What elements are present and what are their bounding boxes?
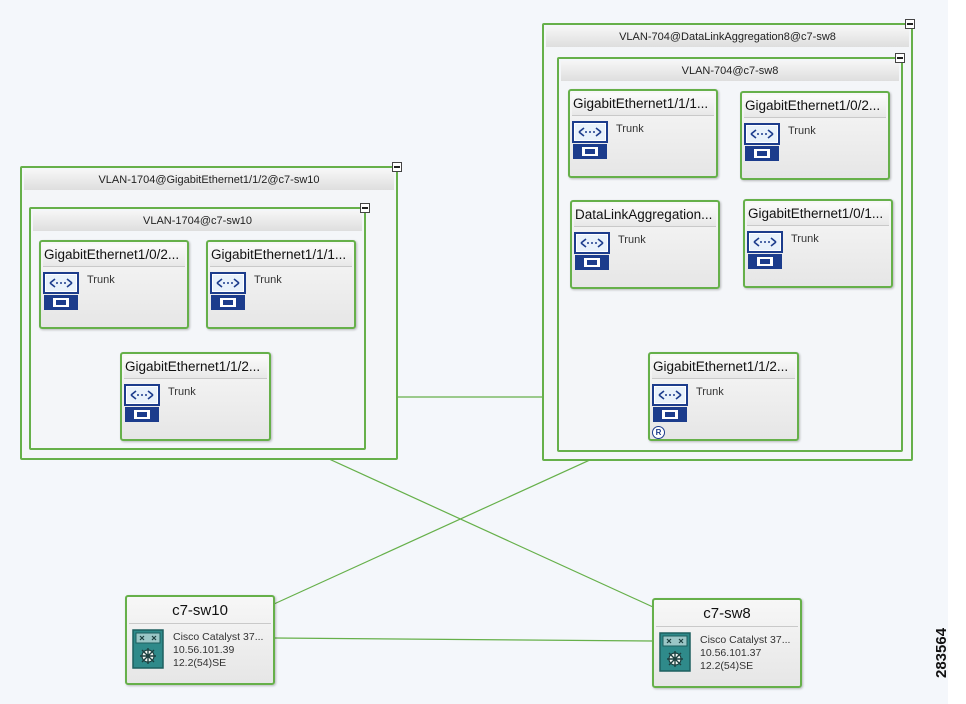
device-info: Cisco Catalyst 37... 10.56.101.39 12.2(5… bbox=[173, 631, 263, 670]
device-ip: 10.56.101.37 bbox=[700, 647, 762, 659]
trunk-port-icon bbox=[574, 232, 610, 272]
trunk-port-icon bbox=[744, 123, 780, 163]
interface-name: GigabitEthernet1/1/2... bbox=[652, 356, 795, 379]
interface-type: Trunk bbox=[168, 386, 196, 398]
interface-name: GigabitEthernet1/1/1... bbox=[210, 244, 352, 267]
interface-node-l1[interactable]: GigabitEthernet1/0/2... Trunk bbox=[39, 240, 189, 329]
device-model: Cisco Catalyst 37... bbox=[700, 634, 791, 646]
interface-name: GigabitEthernet1/1/2... bbox=[124, 356, 267, 379]
figure-id: 283564 bbox=[933, 627, 950, 678]
collapse-button[interactable] bbox=[360, 203, 370, 213]
interface-node-l2[interactable]: GigabitEthernet1/1/1... Trunk bbox=[206, 240, 356, 329]
interface-name: GigabitEthernet1/1/1... bbox=[572, 93, 714, 116]
device-model: Cisco Catalyst 37... bbox=[173, 631, 264, 643]
trunk-port-icon bbox=[572, 121, 608, 161]
device-node-c7-sw8[interactable]: c7-sw8 Cisco Catalyst 37... 10.56.101.37… bbox=[652, 598, 802, 688]
trunk-port-icon bbox=[210, 272, 246, 312]
interface-type: Trunk bbox=[616, 123, 644, 135]
group-left-outer-title: VLAN-1704@GigabitEthernet1/1/2@c7-sw10 bbox=[24, 170, 394, 190]
switch-icon bbox=[659, 632, 691, 672]
interface-node-r1[interactable]: GigabitEthernet1/1/1... Trunk bbox=[568, 89, 718, 178]
collapse-button[interactable] bbox=[895, 53, 905, 63]
device-info: Cisco Catalyst 37... 10.56.101.37 12.2(5… bbox=[700, 634, 790, 673]
trunk-port-icon bbox=[652, 384, 688, 424]
interface-node-r4[interactable]: GigabitEthernet1/0/1... Trunk bbox=[743, 199, 893, 288]
root-bridge-badge: R bbox=[652, 426, 665, 439]
interface-node-r2[interactable]: GigabitEthernet1/0/2... Trunk bbox=[740, 91, 890, 180]
device-version: 12.2(54)SE bbox=[700, 660, 754, 672]
interface-name: GigabitEthernet1/0/2... bbox=[744, 95, 886, 118]
link-sw10-sw8[interactable] bbox=[273, 637, 654, 642]
device-ip: 10.56.101.39 bbox=[173, 644, 235, 656]
interface-type: Trunk bbox=[87, 274, 115, 286]
group-right-outer-title: VLAN-704@DataLinkAggregation8@c7-sw8 bbox=[546, 27, 909, 47]
interface-name: DataLinkAggregation... bbox=[574, 204, 716, 227]
device-version: 12.2(54)SE bbox=[173, 657, 227, 669]
group-right-inner-title: VLAN-704@c7-sw8 bbox=[561, 61, 899, 81]
interface-node-r5[interactable]: GigabitEthernet1/1/2... Trunk R bbox=[648, 352, 799, 441]
device-node-c7-sw10[interactable]: c7-sw10 Cisco Catalyst 37... 10.56.101.3… bbox=[125, 595, 275, 685]
interface-name: GigabitEthernet1/0/1... bbox=[747, 203, 889, 226]
topology-canvas[interactable]: VLAN-1704@GigabitEthernet1/1/2@c7-sw10 V… bbox=[0, 0, 948, 704]
interface-node-r3[interactable]: DataLinkAggregation... Trunk bbox=[570, 200, 720, 289]
trunk-port-icon bbox=[747, 231, 783, 271]
trunk-port-icon bbox=[43, 272, 79, 312]
interface-type: Trunk bbox=[788, 125, 816, 137]
collapse-button[interactable] bbox=[392, 162, 402, 172]
interface-node-l3[interactable]: GigabitEthernet1/1/2... Trunk bbox=[120, 352, 271, 441]
interface-type: Trunk bbox=[791, 233, 819, 245]
trunk-port-icon bbox=[124, 384, 160, 424]
interface-name: GigabitEthernet1/0/2... bbox=[43, 244, 185, 267]
interface-type: Trunk bbox=[618, 234, 646, 246]
interface-type: Trunk bbox=[254, 274, 282, 286]
device-name: c7-sw8 bbox=[656, 602, 798, 627]
group-left-inner-title: VLAN-1704@c7-sw10 bbox=[33, 211, 362, 231]
interface-type: Trunk bbox=[696, 386, 724, 398]
device-name: c7-sw10 bbox=[129, 599, 271, 624]
switch-icon bbox=[132, 629, 164, 669]
collapse-button[interactable] bbox=[905, 19, 915, 29]
